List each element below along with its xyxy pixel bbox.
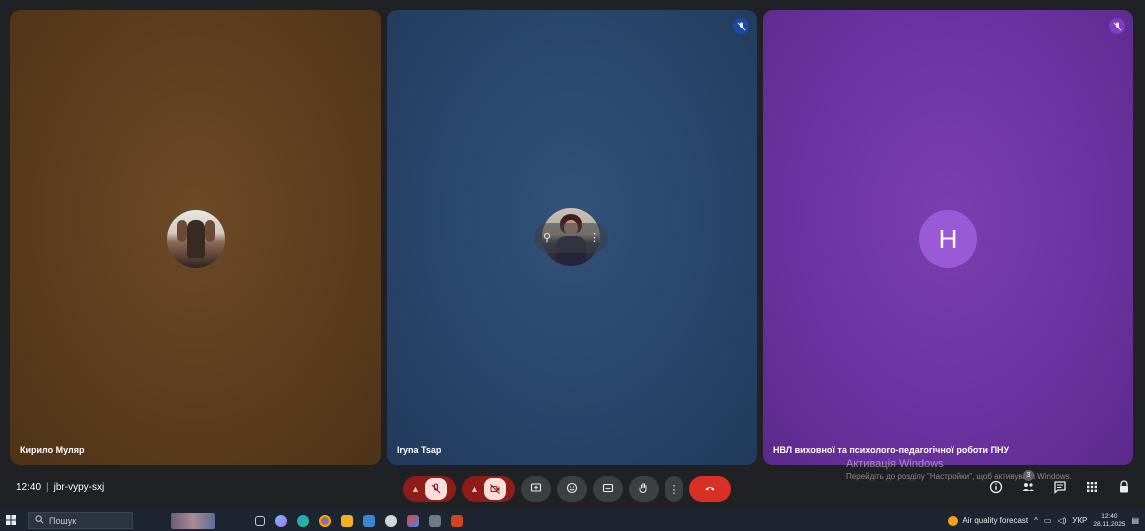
clock-date: 28.11.2025: [1093, 520, 1126, 528]
chevron-up-icon[interactable]: ▲: [470, 484, 479, 494]
activities-button[interactable]: [1083, 480, 1101, 498]
camera-off-icon[interactable]: [483, 478, 506, 500]
chat-button[interactable]: [1051, 480, 1069, 498]
powerpoint-icon[interactable]: [451, 514, 463, 527]
meeting-details-button[interactable]: [987, 480, 1005, 498]
edge-browser-icon[interactable]: [297, 514, 309, 527]
watermark-title: Активація Windows: [846, 458, 944, 470]
weather-label: Air quality forecast: [962, 516, 1029, 525]
file-explorer-icon[interactable]: [341, 514, 353, 527]
leave-call-button[interactable]: [689, 476, 731, 502]
tile-hover-controls[interactable]: ⚲ ⋮: [534, 223, 608, 253]
avatar-photo-detail: [177, 220, 187, 242]
people-count-badge: 3: [1023, 470, 1034, 481]
people-button[interactable]: 3: [1019, 470, 1037, 499]
captions-button[interactable]: [593, 476, 623, 502]
search-icon: [35, 515, 44, 526]
participant-tile-3[interactable]: Н НВЛ виховної та психолого-педагогічної…: [763, 10, 1133, 465]
language-indicator[interactable]: УКР: [1072, 516, 1087, 525]
pin-icon[interactable]: ⚲: [543, 231, 551, 244]
app-icon[interactable]: [385, 514, 397, 527]
mic-toggle-button[interactable]: ▲: [403, 476, 456, 502]
meeting-separator: |: [46, 482, 49, 493]
present-screen-icon: [530, 482, 542, 497]
network-icon[interactable]: ▭: [1044, 516, 1052, 525]
copilot-icon[interactable]: [275, 514, 287, 527]
present-button[interactable]: [521, 476, 551, 502]
clock-time: 12:40: [1101, 512, 1118, 520]
notifications-icon[interactable]: ▤: [1131, 516, 1139, 525]
volume-icon[interactable]: ◁): [1057, 516, 1066, 525]
participant-name: Кирило Муляр: [20, 445, 85, 455]
captions-icon: [602, 482, 614, 497]
search-placeholder: Пошук: [49, 515, 77, 526]
chat-icon: [1053, 480, 1067, 499]
windows-activation-watermark: Активація Windows Перейдіть до розділу "…: [846, 458, 1072, 481]
emoji-button[interactable]: [557, 476, 587, 502]
sun-icon: [948, 515, 959, 526]
store-icon[interactable]: [363, 514, 375, 527]
participant-avatar-letter: Н: [919, 210, 977, 268]
participant-name: НВЛ виховної та психолого-педагогічної р…: [773, 445, 1010, 455]
people-icon: [1021, 480, 1035, 499]
chevron-up-icon[interactable]: ▲: [411, 484, 420, 494]
participant-avatar: [167, 210, 225, 268]
lock-person-icon: [1117, 479, 1131, 499]
avatar-photo-detail: [187, 220, 205, 258]
news-widget-thumbnail[interactable]: [171, 512, 215, 529]
raise-hand-button[interactable]: [629, 476, 659, 502]
calculator-icon[interactable]: [429, 514, 441, 527]
call-controls: ▲ ▲ ⋮: [403, 476, 731, 502]
windows-taskbar: Пошук Air quality forecast ^ ▭ ◁) УКР 12…: [0, 510, 1145, 531]
chrome-browser-icon[interactable]: [319, 514, 331, 527]
meet-stage: Кирило Муляр ⚲ ⋮ Iryna Tsap Н НВЛ виховн…: [0, 0, 1145, 510]
mic-off-icon[interactable]: [424, 478, 447, 500]
meeting-info: 12:40 | jbr-vypy-sxj: [16, 482, 104, 493]
more-options-icon[interactable]: ⋮: [589, 231, 600, 244]
phone-hangup-icon: [704, 482, 716, 497]
task-view-icon[interactable]: [255, 515, 265, 526]
chevron-up-icon[interactable]: ^: [1034, 516, 1038, 525]
muted-mic-icon: [1109, 18, 1125, 34]
avatar-photo-detail: [205, 220, 215, 242]
apps-grid-icon: [1085, 480, 1099, 499]
meeting-code: jbr-vypy-sxj: [53, 482, 105, 493]
taskbar-apps: [255, 514, 463, 527]
hand-icon: [638, 482, 650, 497]
more-options-button[interactable]: ⋮: [665, 476, 683, 502]
info-icon: [989, 480, 1003, 499]
active-chrome-window-icon[interactable]: [407, 514, 419, 527]
windows-start-button[interactable]: [0, 510, 22, 531]
muted-mic-icon: [733, 18, 749, 34]
windows-logo-icon: [6, 512, 16, 530]
participant-name: Iryna Tsap: [397, 445, 442, 455]
participant-tile-2[interactable]: ⚲ ⋮ Iryna Tsap: [387, 10, 757, 465]
system-tray: Air quality forecast ^ ▭ ◁) УКР 12:40 28…: [948, 510, 1139, 531]
emoji-icon: [566, 482, 578, 497]
more-vertical-icon: ⋮: [668, 483, 680, 496]
taskbar-search[interactable]: Пошук: [28, 512, 133, 529]
taskbar-clock[interactable]: 12:40 28.11.2025: [1093, 513, 1125, 529]
meeting-time: 12:40: [16, 482, 42, 493]
weather-widget[interactable]: Air quality forecast: [948, 515, 1029, 526]
side-panel-buttons: 3: [987, 470, 1133, 499]
host-controls-button[interactable]: [1115, 479, 1133, 499]
camera-toggle-button[interactable]: ▲: [462, 476, 515, 502]
participant-tile-1[interactable]: Кирило Муляр: [10, 10, 381, 465]
